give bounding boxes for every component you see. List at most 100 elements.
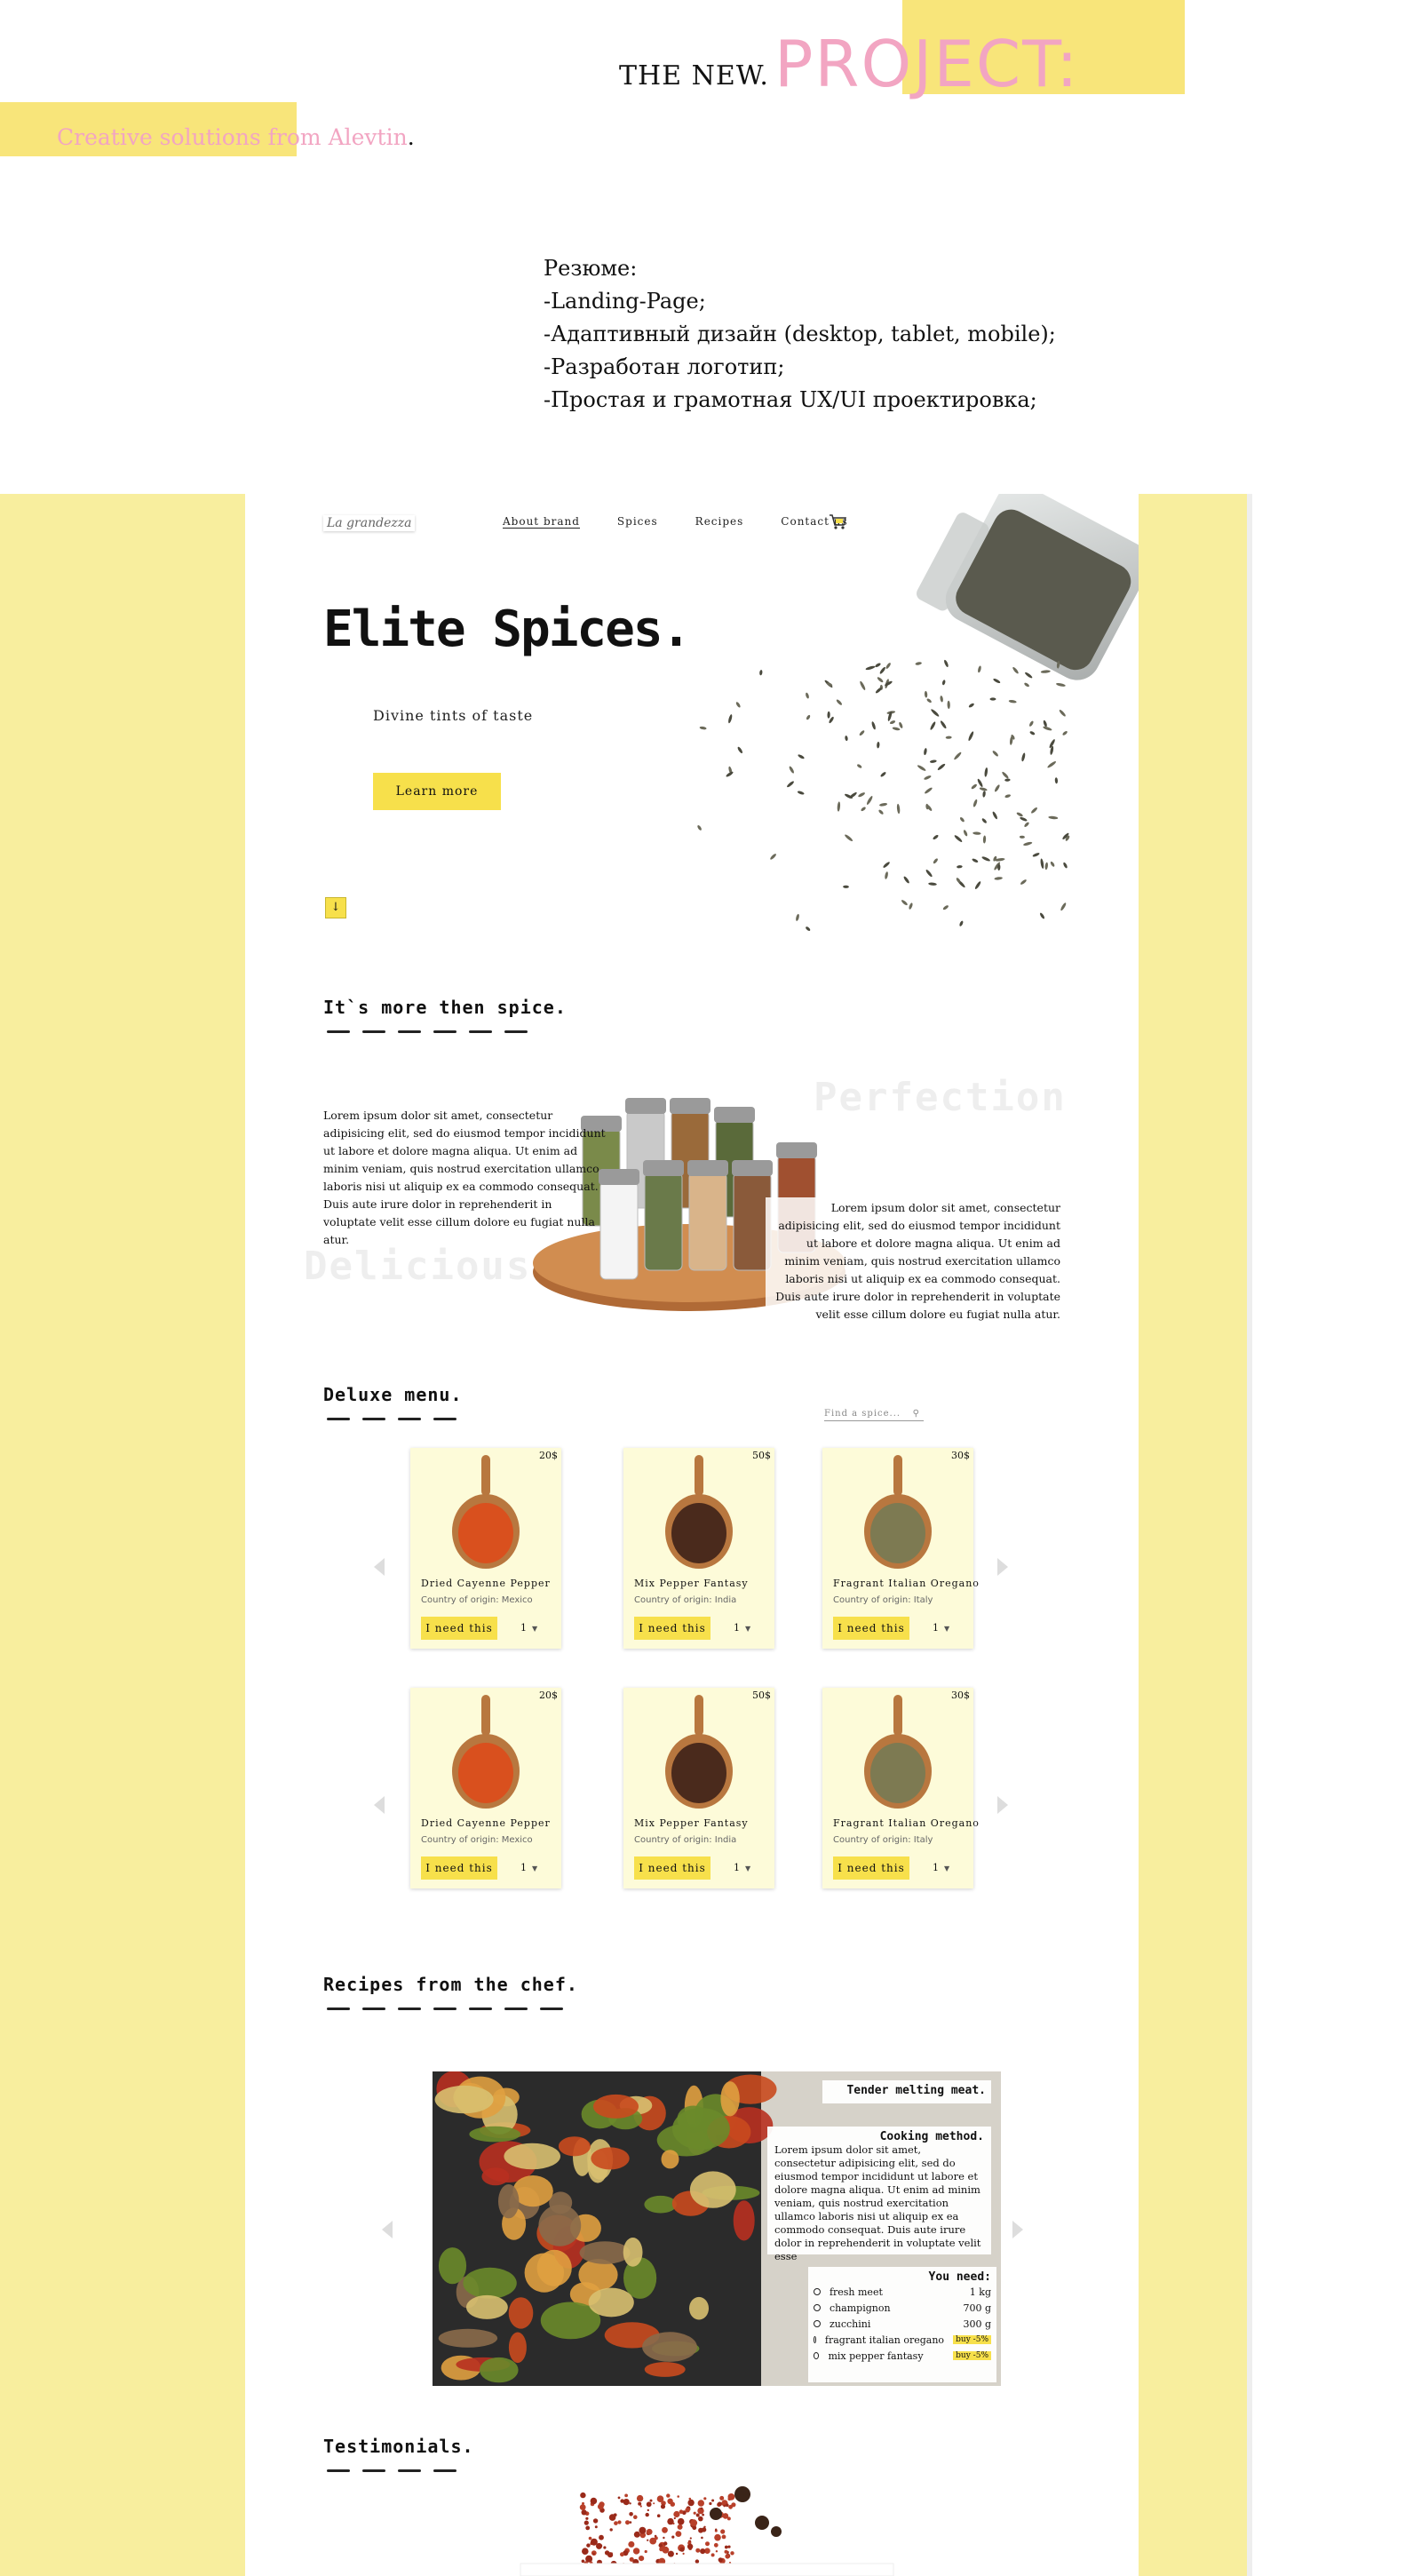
about-text-2: Lorem ipsum dolor sit amet, consectetur …	[766, 1197, 1064, 1325]
author-name: Alevtin	[328, 124, 408, 150]
product-card[interactable]: 20$ Dried Cayenne Pepper Country of origin…	[410, 1448, 561, 1649]
menu-prev-arrow-icon[interactable]	[372, 1794, 386, 1816]
creative-dot: .	[407, 124, 415, 150]
recipes-title: Recipes from the chef.	[323, 1974, 578, 1995]
product-price: 30$	[951, 1450, 970, 1461]
menu-next-arrow-icon[interactable]	[996, 1794, 1010, 1816]
add-to-cart-button[interactable]: I need this	[833, 1617, 909, 1640]
add-to-cart-button[interactable]: I need this	[421, 1856, 497, 1880]
product-card[interactable]: 30$ Fragrant Italian Oregano Country of or…	[822, 1448, 979, 1649]
menu-prev-arrow-icon[interactable]	[372, 1556, 386, 1578]
nav-recipes[interactable]: Recipes	[695, 515, 744, 529]
buy-discount-button[interactable]: buy -5%	[953, 2335, 991, 2344]
quantity-value: 1	[734, 1862, 740, 1873]
product-name: Dried Cayenne Pepper	[421, 1817, 551, 1829]
search-icon[interactable]: ⚲	[913, 1409, 920, 1419]
quantity-value: 1	[520, 1862, 527, 1873]
quantity-select[interactable]: 1 ▼	[734, 1862, 750, 1873]
product-card[interactable]: 50$ Mix Pepper Fantasy Country of origin: …	[623, 1448, 774, 1649]
summary-line: Резюме:	[544, 256, 638, 281]
quantity-select[interactable]: 1 ▼	[520, 1622, 537, 1634]
spice-spoon-image	[665, 1695, 733, 1809]
ingredient-row: mix pepper fantasy buy -5%	[814, 2348, 991, 2364]
ingredient-row: fragrant italian oregano buy -5%	[814, 2332, 991, 2348]
spice-powder-image	[520, 2486, 894, 2576]
quantity-select[interactable]: 1 ▼	[520, 1862, 537, 1873]
product-origin: Country of origin: Mexico	[421, 1595, 533, 1605]
product-origin: Country of origin: India	[634, 1595, 737, 1605]
creative-line: Creative solutions from Alevtin.	[57, 124, 415, 150]
bullet-icon	[814, 2288, 821, 2295]
hero-subtitle: Divine tints of taste	[373, 707, 534, 724]
menu-next-arrow-icon[interactable]	[996, 1556, 1010, 1578]
product-origin: Country of origin: India	[634, 1835, 737, 1845]
project-summary: Резюме: -Landing-Page; -Адаптивный дизай…	[544, 252, 1056, 417]
quantity-value: 1	[520, 1622, 527, 1634]
recipes-title-underline	[327, 2008, 563, 2010]
main-nav: About brand Spices Recipes Contact us	[503, 515, 848, 529]
product-origin: Country of origin: Italy	[833, 1835, 933, 1845]
about-title-underline	[327, 1030, 528, 1033]
spice-spoon-image	[864, 1695, 932, 1809]
ingredient-row: fresh meet 1 kg	[814, 2284, 991, 2300]
ingredient-name: champignon	[829, 2302, 891, 2314]
learn-more-button[interactable]: Learn more	[373, 773, 501, 810]
cooking-method-panel: Cooking method. Lorem ipsum dolor sit am…	[767, 2127, 991, 2262]
bullet-icon	[814, 2352, 820, 2359]
ingredient-qty: 300 g	[963, 2318, 991, 2330]
search-input[interactable]: Find a spice... ⚲	[824, 1409, 924, 1421]
quantity-select[interactable]: 1 ▼	[933, 1622, 949, 1634]
summary-line: -Разработан логотип;	[544, 354, 785, 379]
menu-title: Deluxe menu.	[323, 1384, 463, 1405]
chevron-down-icon: ▼	[745, 1864, 751, 1872]
ingredient-name: mix pepper fantasy	[828, 2349, 924, 2362]
ingredient-qty: 1 kg	[969, 2286, 991, 2298]
about-text-1: Lorem ipsum dolor sit amet, consectetur …	[323, 1109, 606, 1246]
product-name: Mix Pepper Fantasy	[634, 1817, 749, 1829]
nav-about-brand[interactable]: About brand	[503, 515, 580, 529]
product-name: Fragrant Italian Oregano	[833, 1578, 980, 1589]
bullet-icon	[814, 2336, 816, 2343]
spice-spoon-image	[864, 1455, 932, 1569]
search-placeholder: Find a spice...	[824, 1409, 901, 1419]
summary-line: -Landing-Page;	[544, 289, 706, 314]
quantity-value: 1	[933, 1862, 939, 1873]
product-card[interactable]: 50$ Mix Pepper Fantasy Country of origin: …	[623, 1688, 774, 1888]
product-price: 20$	[539, 1690, 558, 1701]
landing-page-mockup: La grandezza About brand Spices Recipes …	[245, 494, 1139, 2576]
add-to-cart-button[interactable]: I need this	[421, 1617, 497, 1640]
product-card[interactable]: 30$ Fragrant Italian Oregano Country of or…	[822, 1688, 979, 1888]
product-price: 50$	[752, 1690, 771, 1701]
bullet-icon	[814, 2320, 821, 2327]
chevron-down-icon: ▼	[944, 1625, 950, 1633]
chevron-down-icon: ▼	[532, 1864, 538, 1872]
spice-spoon-image	[452, 1455, 520, 1569]
cart-icon[interactable]	[828, 512, 847, 531]
product-price: 50$	[752, 1450, 771, 1461]
quantity-value: 1	[933, 1622, 939, 1634]
add-to-cart-button[interactable]: I need this	[634, 1856, 710, 1880]
product-origin: Country of origin: Mexico	[421, 1835, 533, 1845]
ingredient-row: champignon 700 g	[814, 2300, 991, 2316]
brand-logo[interactable]: La grandezza	[323, 515, 415, 531]
dish-title-panel: Tender melting meat.	[822, 2080, 991, 2103]
add-to-cart-button[interactable]: I need this	[634, 1617, 710, 1640]
quantity-select[interactable]: 1 ▼	[734, 1622, 750, 1634]
product-name: Fragrant Italian Oregano	[833, 1817, 980, 1829]
about-title: It`s more then spice.	[323, 997, 567, 1018]
add-to-cart-button[interactable]: I need this	[833, 1856, 909, 1880]
quantity-value: 1	[734, 1622, 740, 1634]
ingredient-name: fragrant italian oregano	[824, 2334, 945, 2346]
spice-spoon-image	[665, 1455, 733, 1569]
recipe-next-arrow-icon[interactable]	[1011, 2219, 1025, 2240]
nav-spices[interactable]: Spices	[617, 515, 658, 529]
product-name: Dried Cayenne Pepper	[421, 1578, 551, 1589]
menu-title-underline	[327, 1418, 456, 1420]
quantity-select[interactable]: 1 ▼	[933, 1862, 949, 1873]
product-card[interactable]: 20$ Dried Cayenne Pepper Country of origin…	[410, 1688, 561, 1888]
chevron-down-icon: ▼	[745, 1625, 751, 1633]
recipe-prev-arrow-icon[interactable]	[380, 2219, 394, 2240]
dish-title: Tender melting meat.	[846, 2084, 986, 2097]
buy-discount-button[interactable]: buy -5%	[953, 2351, 991, 2360]
scroll-down-icon[interactable]: ↓	[325, 897, 346, 918]
